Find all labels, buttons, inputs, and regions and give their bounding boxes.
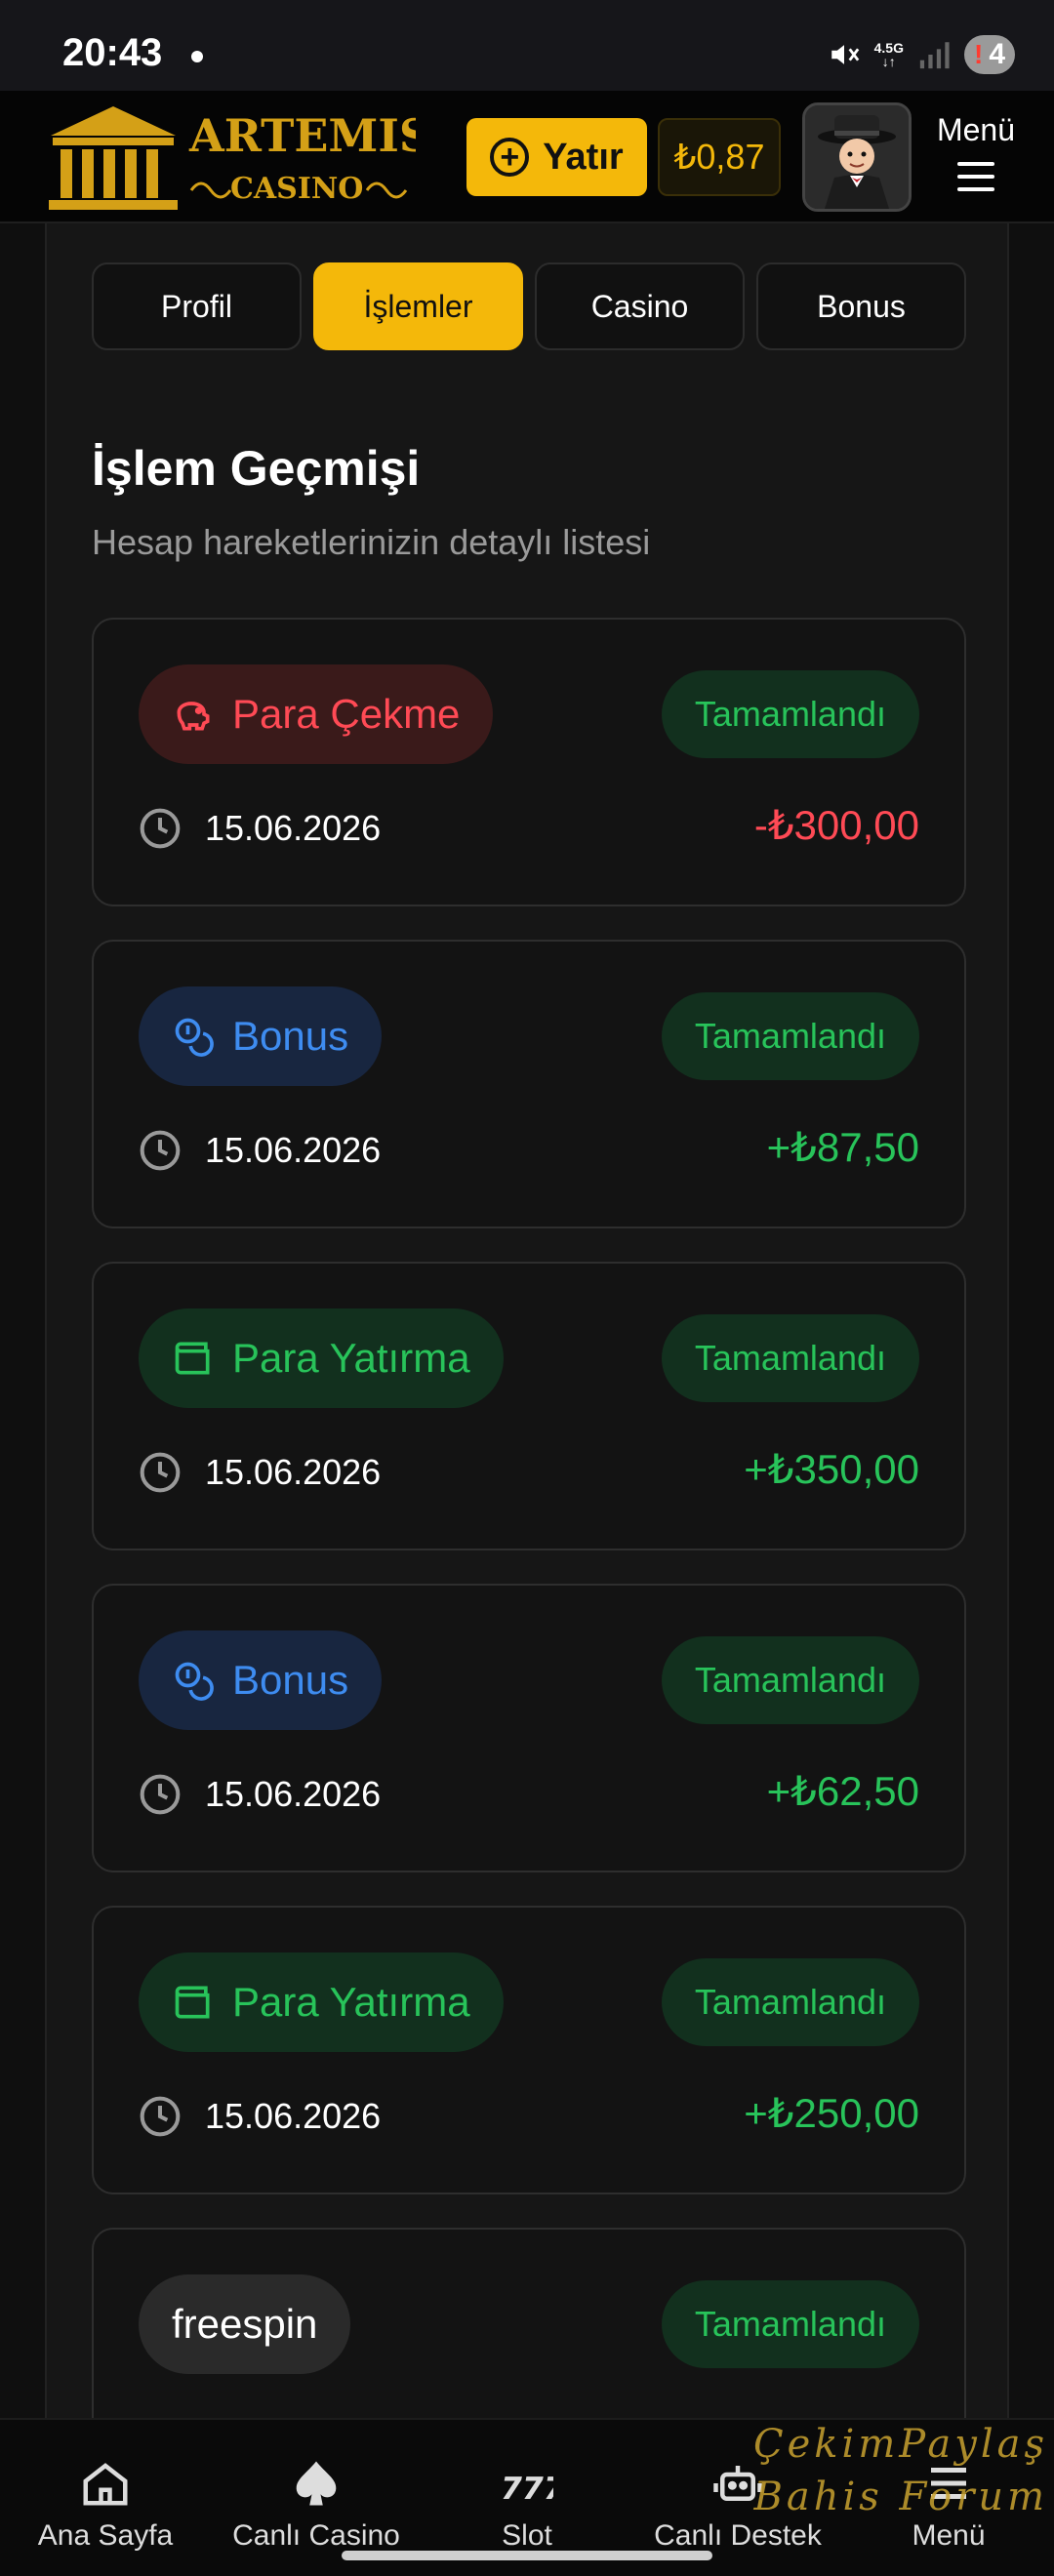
clock-icon [140,1774,181,1815]
battery-indicator: ! 4 [963,35,1015,74]
hamburger-icon [957,162,994,191]
network-type: 4.5G [873,40,904,56]
main-panel: Profil İşlemler Casino Bonus İşlem Geçmi… [45,223,1009,2516]
signal-icon [919,42,950,69]
page-title: İşlem Geçmişi [92,441,421,496]
transaction-type-label: freespin [172,2301,318,2347]
transaction-date: 15.06.2026 [205,808,382,848]
clock-icon [140,1130,181,1171]
spade-icon [296,2461,337,2506]
page-subtitle: Hesap hareketlerinizin detaylı listesi [92,522,651,562]
app-header: ARTEMIS CASINO + Yatır ₺0,87 Menü [0,91,1054,223]
status-bar: 20:43 4.5G ↓↑ ! 4 [0,0,1054,91]
transaction-type-badge: Para Çekme [139,664,494,764]
balance-display[interactable]: ₺0,87 [658,118,781,196]
nav-label: Slot [502,2519,552,2552]
transaction-date-row: 15.06.2026 [139,1451,381,1494]
transaction-amount: -₺300,00 [753,802,919,848]
transaction-date-row: 15.06.2026 [139,2095,381,2138]
transaction-date-row: 15.06.2026 [139,1129,381,1172]
plus-circle-icon: + [490,138,530,177]
transaction-type-badge: Bonus [139,1630,383,1730]
svg-text:777: 777 [501,2472,553,2507]
transaction-date: 15.06.2026 [205,1774,382,1814]
logo-text-bottom: CASINO [230,172,363,206]
transaction-date: 15.06.2026 [205,2096,382,2136]
transaction-type-badge: freespin [139,2274,351,2374]
transaction-type-badge: Bonus [139,986,383,1086]
transaction-card[interactable]: Para Yatırma Tamamlandı 15.06.2026 +₺350… [92,1262,966,1550]
header-menu-label: Menü [936,112,1016,147]
transaction-amount: +₺250,00 [744,2090,919,2136]
clock-icon [140,808,181,849]
wallet-icon [175,1986,210,2019]
artemis-casino-logo[interactable]: ARTEMIS CASINO [45,101,416,214]
transaction-type-label: Para Yatırma [232,1335,470,1381]
wallet-icon [175,1342,210,1375]
status-time: 20:43 [62,31,163,74]
clock-icon [140,2096,181,2137]
tab-casino[interactable]: Casino [535,262,745,350]
account-tabs: Profil İşlemler Casino Bonus [92,262,966,350]
status-badge: Tamamlandı [661,1314,919,1402]
transaction-date: 15.06.2026 [205,1452,382,1492]
transaction-date-row: 15.06.2026 [139,807,381,850]
transaction-card[interactable]: Bonus Tamamlandı 15.06.2026 +₺87,50 [92,940,966,1228]
home-icon [83,2463,128,2506]
transaction-type-badge: Para Yatırma [139,1952,504,2052]
tab-islemler[interactable]: İşlemler [313,262,523,350]
coins-icon [175,1662,214,1701]
header-menu-button[interactable]: Menü [921,112,1031,200]
transaction-amount: +₺350,00 [744,1446,919,1492]
transaction-date-row: 15.06.2026 [139,1773,381,1816]
watermark-text: ÇekimPaylaş Bahis Forum [726,2418,1048,2535]
network-indicator: 4.5G ↓↑ [873,40,904,69]
coins-icon [175,1018,214,1057]
notification-dot-icon [191,51,203,62]
piggy-bank-icon [177,702,210,731]
avatar[interactable] [802,102,912,212]
tab-profil[interactable]: Profil [92,262,302,350]
watermark-line-1: ÇekimPaylaş [753,2422,1048,2467]
status-badge: Tamamlandı [661,1636,919,1724]
transaction-type-label: Para Çekme [232,691,461,737]
watermark-line-2: Bahis Forum [753,2475,1048,2519]
logo-text-top: ARTEMIS [188,109,416,162]
transaction-amount: +₺87,50 [766,1124,919,1170]
transaction-card[interactable]: Para Yatırma Tamamlandı 15.06.2026 +₺250… [92,1906,966,2194]
nav-ana-sayfa[interactable]: Ana Sayfa [0,2420,211,2576]
status-badge: Tamamlandı [661,992,919,1080]
transaction-card[interactable]: Para Çekme Tamamlandı 15.06.2026 -₺300,0… [92,618,966,906]
detective-avatar-icon [805,105,909,209]
transaction-type-badge: Para Yatırma [139,1308,504,1408]
transaction-type-label: Bonus [232,1657,349,1703]
transaction-amount: +₺62,50 [766,1768,919,1814]
transaction-type-label: Para Yatırma [232,1979,470,2025]
nav-label: Ana Sayfa [37,2519,174,2552]
status-badge: Tamamlandı [661,2280,919,2368]
deposit-label: Yatır [543,136,624,178]
status-badge: Tamamlandı [661,670,919,758]
transaction-type-label: Bonus [232,1013,349,1059]
slot-777-icon: 777 [501,2472,553,2507]
status-badge: Tamamlandı [661,1958,919,2046]
transaction-card[interactable]: Bonus Tamamlandı 15.06.2026 +₺62,50 [92,1584,966,1872]
mute-icon [831,45,859,64]
status-right: 4.5G ↓↑ ! 4 [828,35,1015,74]
clock-icon [140,1452,181,1493]
battery-level: 4 [989,38,1005,70]
battery-alert-icon: ! [973,39,984,69]
tab-bonus[interactable]: Bonus [756,262,966,350]
transaction-date: 15.06.2026 [205,1130,382,1170]
deposit-button[interactable]: + Yatır [466,118,647,196]
home-indicator[interactable] [342,2551,712,2560]
nav-label: Canlı Casino [232,2519,400,2552]
